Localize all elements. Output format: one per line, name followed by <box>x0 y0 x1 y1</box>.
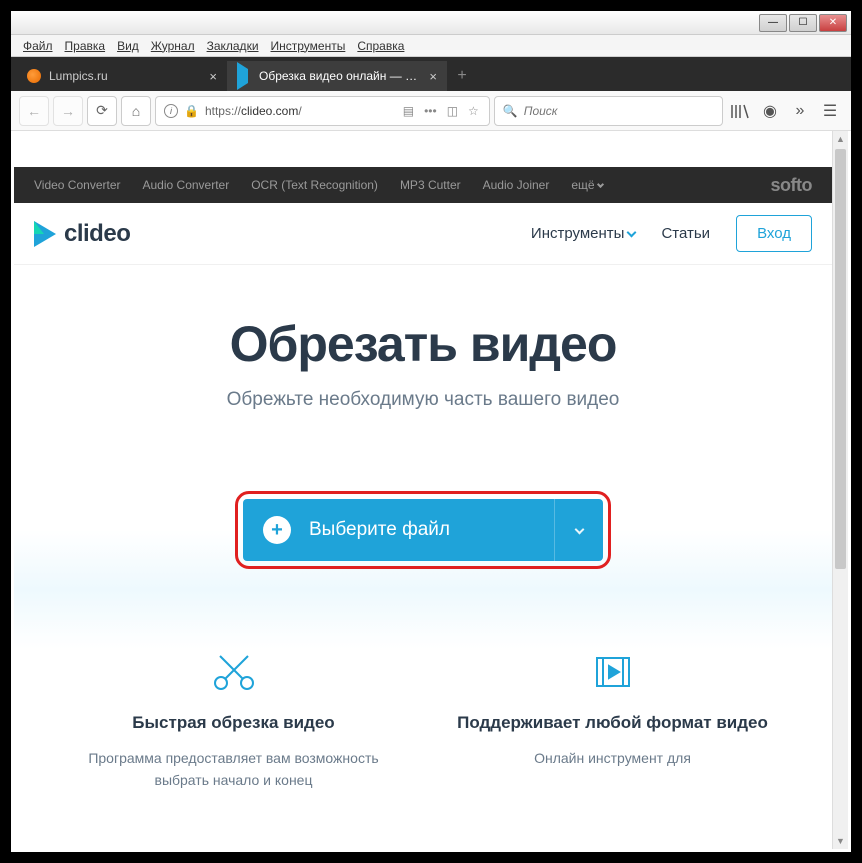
tracking-shield-icon[interactable]: ◫ <box>445 104 460 118</box>
feature-title: Быстрая обрезка видео <box>64 713 403 733</box>
feature-desc: Онлайн инструмент для <box>443 747 782 769</box>
softo-more-dropdown[interactable]: ещё <box>571 178 603 192</box>
clideo-logo-icon <box>34 221 56 247</box>
hamburger-menu-icon[interactable]: ☰ <box>817 96 843 126</box>
tab-label: Обрезка видео онлайн — Обр <box>259 69 421 83</box>
window-maximize-button[interactable]: ☐ <box>789 14 817 32</box>
address-field[interactable]: i 🔒 https://clideo.com/ ▤ ••• ◫ ☆ <box>155 96 490 126</box>
tab-lumpics[interactable]: Lumpics.ru × <box>17 61 227 91</box>
menu-tools[interactable]: Инструменты <box>265 37 352 55</box>
nav-forward-button[interactable]: → <box>53 96 83 126</box>
tab-bar: Lumpics.ru × Обрезка видео онлайн — Обр … <box>11 57 851 91</box>
window-close-button[interactable]: ✕ <box>819 14 847 32</box>
search-field[interactable]: 🔍 <box>494 96 723 126</box>
new-tab-button[interactable]: + <box>447 61 477 91</box>
scissors-icon <box>64 649 403 695</box>
features-section: Быстрая обрезка видео Программа предоста… <box>14 649 832 812</box>
menu-bar: Файл Правка Вид Журнал Закладки Инструме… <box>11 35 851 57</box>
scrollbar-thumb[interactable] <box>835 149 846 569</box>
video-format-icon <box>443 649 782 695</box>
menu-help[interactable]: Справка <box>351 37 410 55</box>
softo-logo: softo <box>771 175 813 196</box>
menu-history[interactable]: Журнал <box>145 37 201 55</box>
menu-file[interactable]: Файл <box>17 37 59 55</box>
hero-section: Обрезать видео Обрежьте необходимую част… <box>14 265 832 451</box>
tab-label: Lumpics.ru <box>49 69 108 83</box>
cta-dropdown-toggle[interactable] <box>576 522 583 538</box>
cta-section: + Выберите файл <box>14 451 832 649</box>
favicon-clideo-icon <box>237 69 251 83</box>
library-icon[interactable] <box>727 96 753 126</box>
page-title: Обрезать видео <box>34 315 812 373</box>
sidebar-icon[interactable]: ◉ <box>757 96 783 126</box>
feature-format-support: Поддерживает любой формат видео Онлайн и… <box>423 649 802 792</box>
choose-file-button[interactable]: + Выберите файл <box>243 499 603 561</box>
window-minimize-button[interactable]: — <box>759 14 787 32</box>
tab-clideo[interactable]: Обрезка видео онлайн — Обр × <box>227 61 447 91</box>
page-actions-icon[interactable]: ••• <box>422 104 439 118</box>
chevron-down-icon <box>597 181 604 188</box>
softo-link-mp3-cutter[interactable]: MP3 Cutter <box>400 178 461 192</box>
window-titlebar: — ☐ ✕ <box>11 11 851 35</box>
nav-articles-link[interactable]: Статьи <box>661 225 710 242</box>
cta-label: Выберите файл <box>309 519 450 541</box>
bookmark-star-icon[interactable]: ☆ <box>466 104 481 118</box>
feature-fast-cut: Быстрая обрезка видео Программа предоста… <box>44 649 423 792</box>
tab-close-icon[interactable]: × <box>429 69 437 84</box>
search-icon: 🔍 <box>503 104 518 118</box>
site-header: clideo Инструменты Статьи Вход <box>14 203 832 265</box>
tab-close-icon[interactable]: × <box>209 69 217 84</box>
address-toolbar: ← → ⟳ ⌂ i 🔒 https://clideo.com/ ▤ ••• ◫ … <box>11 91 851 131</box>
softo-link-audio-converter[interactable]: Audio Converter <box>143 178 230 192</box>
clideo-logo[interactable]: clideo <box>34 220 130 248</box>
scroll-up-arrow[interactable]: ▲ <box>833 131 848 147</box>
vertical-scrollbar[interactable]: ▲ ▼ <box>832 131 848 849</box>
favicon-lumpics-icon <box>27 69 41 83</box>
overflow-icon[interactable]: » <box>787 96 813 126</box>
menu-view[interactable]: Вид <box>111 37 145 55</box>
nav-home-button[interactable]: ⌂ <box>121 96 151 126</box>
site-info-icon[interactable]: i <box>164 104 178 118</box>
softo-toolbar: Video Converter Audio Converter OCR (Tex… <box>14 167 832 203</box>
softo-link-ocr[interactable]: OCR (Text Recognition) <box>251 178 378 192</box>
search-input[interactable] <box>524 104 714 118</box>
softo-link-audio-joiner[interactable]: Audio Joiner <box>483 178 550 192</box>
feature-title: Поддерживает любой формат видео <box>443 713 782 733</box>
url-text: https://clideo.com/ <box>205 104 395 118</box>
menu-bookmarks[interactable]: Закладки <box>201 37 265 55</box>
chevron-down-icon <box>627 228 637 238</box>
nav-tools-dropdown[interactable]: Инструменты <box>531 225 636 242</box>
lock-icon: 🔒 <box>184 104 199 118</box>
feature-desc: Программа предоставляет вам возможность … <box>64 747 403 792</box>
clideo-logo-text: clideo <box>64 220 130 248</box>
menu-edit[interactable]: Правка <box>59 37 112 55</box>
softo-link-video-converter[interactable]: Video Converter <box>34 178 121 192</box>
reader-mode-icon[interactable]: ▤ <box>401 104 416 118</box>
login-button[interactable]: Вход <box>736 215 812 252</box>
annotation-highlight: + Выберите файл <box>235 491 611 569</box>
plus-icon: + <box>263 516 291 544</box>
scroll-down-arrow[interactable]: ▼ <box>833 833 848 849</box>
nav-back-button[interactable]: ← <box>19 96 49 126</box>
nav-reload-button[interactable]: ⟳ <box>87 96 117 126</box>
page-subtitle: Обрежьте необходимую часть вашего видео <box>34 389 812 411</box>
